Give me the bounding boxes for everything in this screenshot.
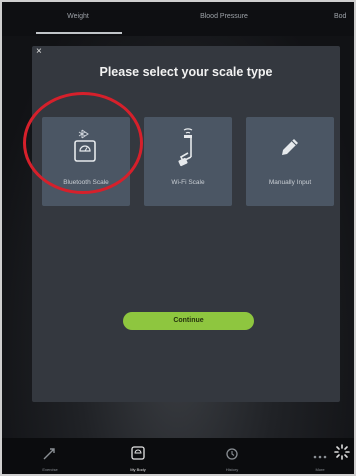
history-icon: [226, 448, 238, 460]
tab-body[interactable]: Bod: [334, 2, 354, 32]
nav-my-body[interactable]: My Body: [118, 445, 158, 472]
more-icon: [313, 455, 327, 459]
app-screen: Weight Blood Pressure Bod × Please selec…: [0, 0, 356, 476]
tab-weight[interactable]: Weight: [32, 2, 124, 32]
bottom-nav: Exercise My Body History More: [2, 438, 354, 474]
exercise-icon: [43, 448, 55, 460]
top-tab-bar: Weight Blood Pressure Bod: [2, 2, 354, 36]
highlight-circle: [23, 92, 143, 194]
tab-blood-pressure[interactable]: Blood Pressure: [174, 2, 274, 32]
pencil-icon: [282, 139, 298, 155]
nav-label: My Body: [130, 467, 146, 472]
option-label: Manually Input: [268, 179, 312, 186]
loading-spinner-icon: [334, 444, 350, 460]
nav-label: Exercise: [42, 467, 58, 472]
option-label: Wi-Fi Scale: [171, 179, 205, 186]
wifi-scale-icon: [178, 128, 193, 167]
nav-history[interactable]: History: [212, 447, 252, 472]
continue-button[interactable]: Continue: [123, 312, 254, 330]
nav-label: More: [315, 467, 325, 472]
nav-label: History: [225, 467, 239, 472]
scale-icon: [131, 446, 145, 460]
active-tab-indicator: [36, 32, 122, 34]
close-button[interactable]: ×: [36, 46, 42, 57]
nav-exercise[interactable]: Exercise: [30, 447, 70, 472]
dialog-title: Please select your scale type: [99, 65, 273, 79]
option-manual-input[interactable]: Manually Input: [246, 117, 334, 206]
option-wifi-scale[interactable]: Wi-Fi Scale: [144, 117, 232, 206]
